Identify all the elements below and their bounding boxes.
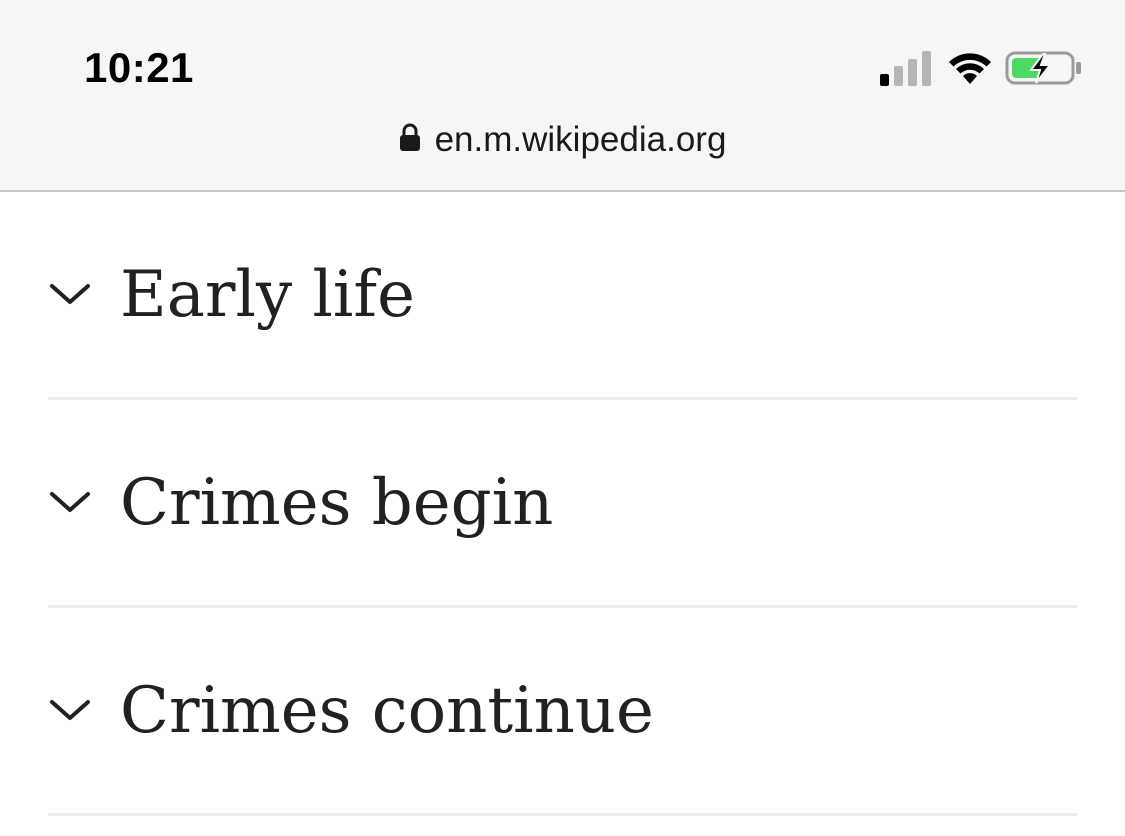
lock-icon — [399, 123, 420, 151]
status-icons — [880, 50, 1085, 90]
url-text: en.m.wikipedia.org — [434, 119, 727, 159]
section-heading: Crimes continue — [120, 674, 654, 748]
chevron-down-icon — [50, 700, 90, 720]
section-heading: Early life — [120, 258, 415, 332]
signal-icon — [880, 51, 931, 86]
status-time: 10:21 — [84, 44, 194, 91]
section-heading: Crimes begin — [120, 466, 554, 540]
section-crimes-continue[interactable]: Crimes continue — [48, 608, 1078, 816]
wifi-icon — [949, 53, 991, 84]
address-bar[interactable]: en.m.wikipedia.org — [0, 118, 1125, 166]
chevron-down-icon — [50, 284, 90, 304]
chevron-down-icon — [50, 492, 90, 512]
section-early-life[interactable]: Early life — [48, 192, 1078, 400]
section-list: Early life Crimes begin Crimes continue — [48, 192, 1078, 816]
battery-charging-icon — [1005, 51, 1081, 85]
section-crimes-begin[interactable]: Crimes begin — [48, 400, 1078, 608]
browser-top-bar: 10:21 en.m.wikipedia.org — [0, 0, 1125, 192]
